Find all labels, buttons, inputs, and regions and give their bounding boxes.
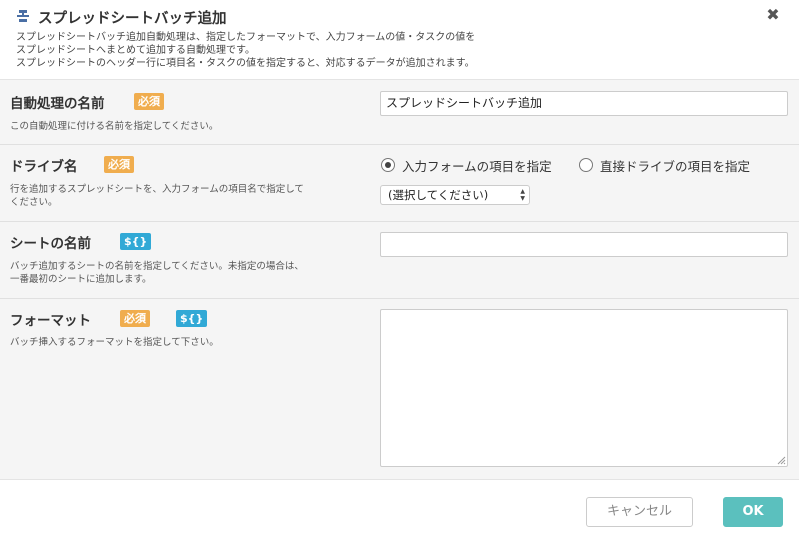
drive-help: 行を追加するスプレッドシートを、入力フォームの項目名で指定して ください。: [10, 184, 304, 209]
drive-select[interactable]: (選択してください) ▲ ▼: [380, 185, 530, 205]
help-line: バッチ追加するシートの名前を指定してください。未指定の場合は、: [10, 261, 304, 272]
help-line: 一番最初のシートに追加します。: [10, 273, 152, 285]
drive-label: ドライブ名: [10, 159, 78, 175]
description-line: スプレッドシートのヘッダー行に項目名・タスクの値を指定すると、対応するデータが追…: [16, 58, 475, 69]
cancel-button[interactable]: キャンセル: [586, 497, 693, 527]
description-line: スプレッドシートバッチ追加自動処理は、指定したフォーマットで、入力フォームの値・…: [16, 32, 476, 43]
variable-badge: ${}: [176, 310, 208, 327]
resize-grip-icon[interactable]: [777, 456, 786, 465]
name-help: この自動処理に付ける名前を指定してください。: [10, 121, 218, 134]
select-arrows-icon: ▲ ▼: [520, 188, 525, 202]
name-label: 自動処理の名前: [10, 96, 105, 112]
format-help: バッチ挿入するフォーマットを指定して下さい。: [10, 337, 219, 350]
dialog-description: スプレッドシートバッチ追加自動処理は、指定したフォーマットで、入力フォームの値・…: [16, 31, 475, 70]
required-badge: 必須: [104, 156, 134, 173]
field-row-drive: ドライブ名 必須 行を追加するスプレッドシートを、入力フォームの項目名で指定して…: [0, 145, 799, 222]
help-line: ください。: [10, 196, 58, 208]
description-line: スプレッドシートへまとめて追加する自動処理です。: [16, 45, 255, 56]
radio-form-item[interactable]: [381, 158, 395, 172]
ok-button[interactable]: OK: [723, 497, 783, 527]
spreadsheet-batch-icon: [17, 10, 29, 22]
help-line: 行を追加するスプレッドシートを、入力フォームの項目名で指定して: [10, 184, 304, 195]
help-line: この自動処理に付ける名前を指定してください。: [10, 121, 219, 132]
required-badge: 必須: [134, 93, 164, 110]
dialog-header: スプレッドシートバッチ追加 ✖ スプレッドシートバッチ追加自動処理は、指定したフ…: [0, 0, 799, 78]
settings-form: 自動処理の名前 必須 この自動処理に付ける名前を指定してください。 スプレッドシ…: [0, 79, 799, 480]
close-icon[interactable]: ✖: [764, 5, 782, 25]
radio-form-item-label[interactable]: 入力フォームの項目を指定: [402, 156, 552, 175]
name-input[interactable]: スプレッドシートバッチ追加: [380, 91, 788, 116]
format-label: フォーマット: [10, 313, 91, 329]
variable-badge: ${}: [120, 233, 152, 250]
format-textarea[interactable]: [380, 309, 788, 467]
required-badge: 必須: [120, 310, 150, 327]
help-line: バッチ挿入するフォーマットを指定して下さい。: [10, 337, 219, 348]
sheet-name-input[interactable]: [380, 232, 788, 257]
drive-select-value: (選択してください): [388, 188, 489, 202]
dialog-title: スプレッドシートバッチ追加: [38, 11, 227, 27]
sheet-help: バッチ追加するシートの名前を指定してください。未指定の場合は、 一番最初のシート…: [10, 261, 304, 286]
sheet-label: シートの名前: [10, 236, 91, 252]
field-row-name: 自動処理の名前 必須 この自動処理に付ける名前を指定してください。 スプレッドシ…: [0, 80, 799, 145]
radio-direct-drive[interactable]: [579, 158, 593, 172]
radio-direct-drive-label[interactable]: 直接ドライブの項目を指定: [600, 156, 750, 175]
field-row-sheet: シートの名前 ${} バッチ追加するシートの名前を指定してください。未指定の場合…: [0, 222, 799, 299]
